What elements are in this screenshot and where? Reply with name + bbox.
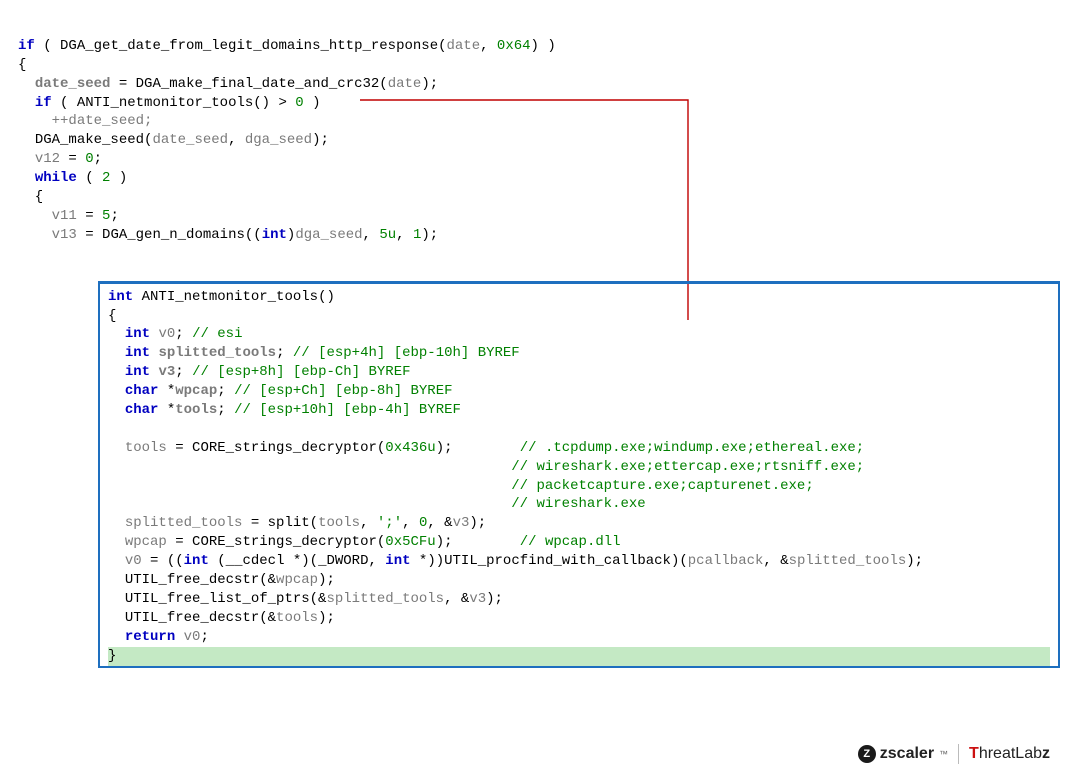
page-root: { "top_code": { "l1": {"kw":"if","fn":"D… — [0, 0, 1080, 778]
function-box-wrap: int ANTI_netmonitor_tools() { int v0; //… — [98, 281, 1062, 668]
function-box: int ANTI_netmonitor_tools() { int v0; //… — [98, 281, 1060, 668]
footer-branding: Z zscaler™ ThreatLabz — [858, 744, 1050, 764]
zscaler-text: zscaler — [880, 745, 934, 763]
zscaler-icon: Z — [858, 745, 876, 763]
footer-divider — [958, 744, 959, 764]
threatlabz-logo: ThreatLabz — [969, 745, 1050, 763]
zscaler-logo: Z zscaler™ — [858, 745, 948, 763]
box-code-block: int ANTI_netmonitor_tools() { int v0; //… — [108, 288, 1050, 666]
top-code-block: if ( DGA_get_date_from_legit_domains_htt… — [18, 18, 1062, 245]
